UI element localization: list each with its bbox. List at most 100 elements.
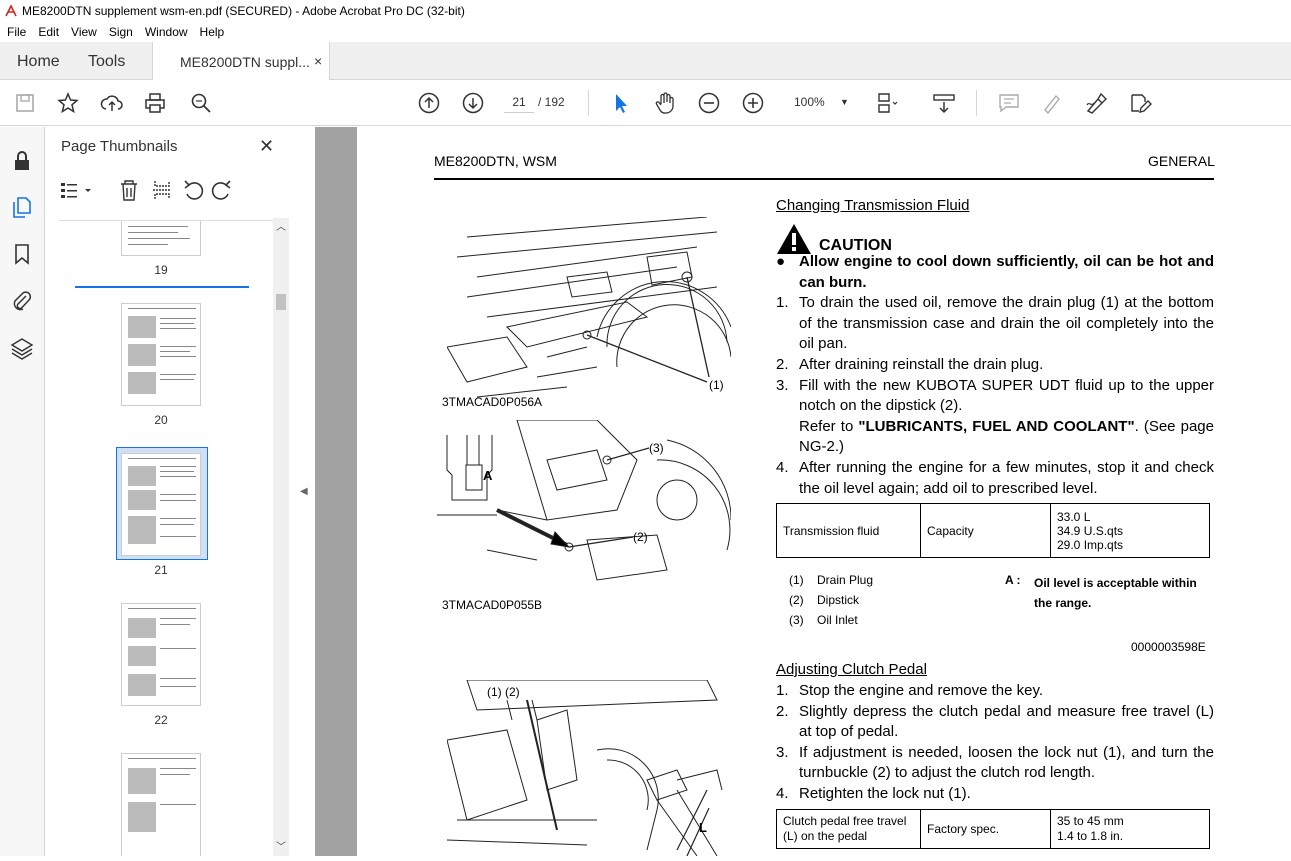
delete-page-icon[interactable] — [121, 180, 137, 201]
collapse-panel-icon[interactable]: ◀ — [300, 486, 308, 497]
title-bar: ME8200DTN supplement wsm-en.pdf (SECURED… — [0, 0, 1291, 22]
page-thumbnail[interactable] — [121, 221, 201, 256]
print-icon[interactable] — [143, 91, 167, 115]
section-title: Changing Transmission Fluid — [776, 197, 970, 214]
toolbar-divider — [588, 90, 589, 116]
list-item: 1. Stop the engine and remove the key. — [776, 682, 1044, 699]
pdf-page: ME8200DTN, WSM GENERAL (1) 3TMACAD0P056A — [357, 127, 1291, 857]
menu-sign[interactable]: Sign — [102, 25, 138, 39]
tab-home[interactable]: Home — [17, 53, 60, 71]
warning-triangle-icon — [777, 224, 811, 254]
table-cell: Clutch pedal free travel (L) on the peda… — [776, 809, 921, 849]
zoom-out-icon[interactable] — [697, 91, 721, 115]
bullet-icon: ● — [776, 253, 786, 270]
table-cell: Transmission fluid — [776, 503, 921, 558]
table-cell: Factory spec. — [920, 809, 1051, 849]
caution-item: ● Allow engine to cool down sufficiently… — [776, 252, 1214, 293]
note-text: Oil level is acceptable within the range… — [1034, 576, 1197, 610]
hand-tool-icon[interactable] — [653, 91, 677, 115]
menu-file[interactable]: File — [0, 25, 31, 39]
page-thumbnails-icon[interactable] — [10, 195, 34, 219]
fig2-callout-2: (2) — [633, 530, 648, 544]
zoom-select[interactable]: 100% ▼ — [788, 91, 852, 113]
fig2-callout-3: (3) — [649, 441, 664, 455]
menu-bar: File Edit View Sign Window Help — [0, 22, 1291, 42]
tab-document[interactable]: ME8200DTN suppl... × — [152, 42, 330, 81]
menu-view[interactable]: View — [64, 25, 102, 39]
thumbnail-label: 19 — [154, 263, 168, 277]
page-number-input[interactable]: 21 — [504, 91, 534, 113]
page-fit-icon[interactable] — [874, 91, 898, 115]
sign-icon[interactable] — [1084, 91, 1108, 115]
thumbnail-list: 19 20 21 22 — [59, 220, 279, 856]
section-title: Adjusting Clutch Pedal — [776, 661, 927, 678]
acrobat-icon — [5, 4, 17, 17]
extract-page-icon[interactable] — [153, 181, 171, 199]
scroll-mode-icon[interactable] — [932, 91, 956, 115]
thumbnail-label: 20 — [154, 413, 168, 427]
tab-tools[interactable]: Tools — [88, 53, 125, 71]
rotate-left-icon[interactable] — [184, 180, 204, 200]
previous-page-icon[interactable] — [417, 91, 441, 115]
attachment-icon[interactable] — [10, 289, 34, 313]
fig1-callout: (1) — [709, 378, 724, 392]
thumbnail-tools — [59, 177, 269, 203]
close-tab-icon[interactable]: × — [314, 53, 322, 69]
legend-list: (1) Drain Plug (2) Dipstick (3) Oil Inlet — [789, 573, 874, 627]
zoom-in-icon[interactable] — [741, 91, 765, 115]
star-icon[interactable] — [56, 91, 80, 115]
scroll-up-icon[interactable]: ︿ — [276, 218, 286, 233]
page-thumbnail[interactable] — [121, 453, 201, 556]
close-panel-icon[interactable]: ✕ — [259, 136, 274, 157]
window-title: ME8200DTN supplement wsm-en.pdf (SECURED… — [22, 4, 465, 18]
spec-table: Transmission fluid Capacity 33.0 L 34.9 … — [776, 503, 1210, 558]
figure-caption: 3TMACAD0P056A — [442, 395, 543, 409]
options-menu-icon[interactable] — [61, 183, 91, 198]
upload-cloud-icon[interactable] — [100, 91, 124, 115]
page-total: / 192 — [538, 95, 565, 109]
scroll-thumb[interactable] — [276, 294, 286, 310]
page-thumbnails-panel: Page Thumbnails ✕ 19 20 21 22 — [45, 127, 295, 856]
tab-document-label: ME8200DTN suppl... — [180, 54, 310, 70]
menu-help[interactable]: Help — [193, 25, 230, 39]
thumbnail-scrollbar[interactable]: ︿ ﹀ — [273, 218, 289, 856]
header-rule — [434, 178, 1214, 180]
insertion-marker — [75, 286, 249, 288]
menu-edit[interactable]: Edit — [31, 25, 64, 39]
page-header-left: ME8200DTN, WSM — [434, 153, 557, 169]
list-item: 1. To drain the used oil, remove the drai… — [776, 294, 1214, 353]
page-thumbnail[interactable] — [121, 753, 201, 856]
thumbnail-label: 21 — [154, 563, 168, 577]
figure-caption: 3TMACAD0P055B — [442, 598, 543, 612]
note-key: A : — [1005, 573, 1021, 587]
thumbnail-label: 22 — [154, 713, 168, 727]
list-item: 3. If adjustment is needed, loosen the lo… — [776, 743, 1214, 782]
search-zoom-icon[interactable] — [189, 91, 213, 115]
clutch-pedal-figure: (1) (2) L — [446, 679, 731, 857]
list-item: 2. Slightly depress the clutch pedal and … — [776, 702, 1214, 741]
save-icon[interactable] — [13, 91, 37, 115]
list-item: Refer to "LUBRICANTS, FUEL AND COOLANT".… — [799, 417, 1214, 456]
lock-icon[interactable] — [10, 149, 34, 173]
list-item: 3. Fill with the new KUBOTA SUPER UDT flu… — [776, 376, 1214, 415]
menu-window[interactable]: Window — [138, 25, 193, 39]
layers-icon[interactable] — [10, 336, 34, 360]
table-cell: 35 to 45 mm 1.4 to 1.8 in. — [1050, 809, 1210, 849]
fig3-callout-l: L — [699, 820, 707, 835]
list-item: 2. After draining reinstall the drain plu… — [776, 355, 1044, 373]
page-thumbnail[interactable] — [121, 603, 201, 706]
list-item: 4. Retighten the lock nut (1). — [776, 784, 971, 802]
rotate-right-icon[interactable] — [211, 180, 231, 200]
select-cursor-icon[interactable] — [609, 91, 633, 115]
highlight-pen-icon[interactable] — [1040, 91, 1064, 115]
edit-pdf-icon[interactable] — [1128, 91, 1152, 115]
zoom-value: 100% — [794, 95, 825, 109]
page-thumbnail[interactable] — [121, 303, 201, 406]
document-code: 0000003598E — [1131, 640, 1206, 654]
bookmark-icon[interactable] — [10, 242, 34, 266]
fig2-callout-a: A — [483, 468, 493, 483]
next-page-icon[interactable] — [461, 91, 485, 115]
scroll-down-icon[interactable]: ﹀ — [276, 838, 286, 853]
left-rail — [0, 127, 45, 856]
comment-icon[interactable] — [997, 91, 1021, 115]
